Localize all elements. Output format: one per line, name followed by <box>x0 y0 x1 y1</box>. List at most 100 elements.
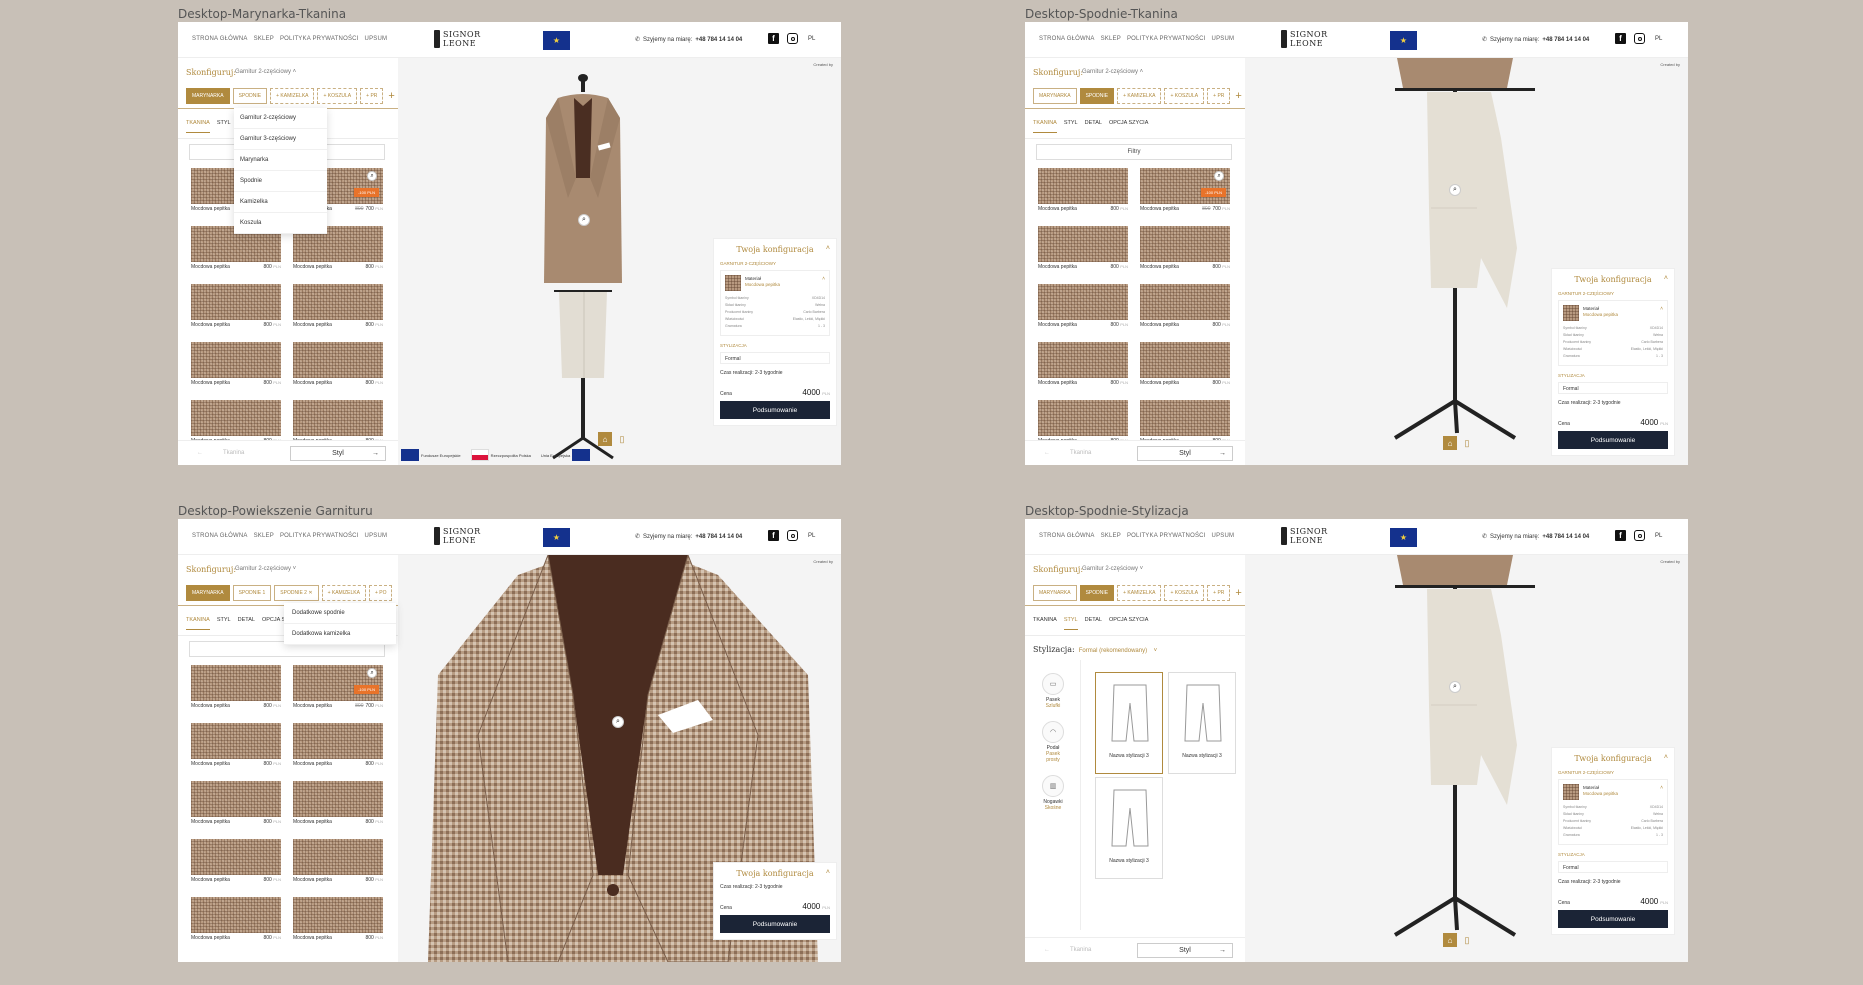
fabric-card[interactable]: Mocdowa pepitka 800 PLN <box>1140 226 1230 272</box>
zoom-icon[interactable]: ⌕ <box>612 716 624 728</box>
nav-home[interactable]: STRONA GŁÓWNA <box>192 36 248 42</box>
stylizacja-select[interactable]: Stylizacja: Formal (rekomendowany) ˅ <box>1033 645 1157 654</box>
chip-add-koszula[interactable]: + KOSZULA <box>317 88 358 104</box>
option-pasek[interactable]: ▭ Pasek Szlufki <box>1039 673 1067 709</box>
tab-opcja-szycia[interactable]: OPCJA SZYCIA <box>1109 617 1148 630</box>
hanger-icon[interactable]: ⌂ <box>598 432 612 446</box>
plus-icon[interactable]: + <box>1235 90 1241 102</box>
brand-logo[interactable]: SIGNOR LEONE <box>1281 527 1328 545</box>
summary-button[interactable]: Podsumowanie <box>720 401 830 419</box>
brand-logo[interactable]: SIGNOR LEONE <box>1281 30 1328 48</box>
nav-upsum[interactable]: UPSUM <box>365 533 388 539</box>
dropdown-option[interactable]: Dodatkowa kamizelka <box>284 624 396 645</box>
trash-icon[interactable]: ▯ <box>1460 436 1474 450</box>
chevron-up-icon[interactable]: ˄ <box>1660 306 1663 312</box>
option-nogawki[interactable]: ▥ Nogawki Skośne <box>1039 775 1067 811</box>
fabric-card[interactable]: Mocdowa pepitka 800 PLN <box>293 342 383 388</box>
language-switch[interactable]: PL <box>1655 533 1662 539</box>
tab-opcja-szycia[interactable]: OPCJA SZYCIA <box>1109 120 1148 133</box>
zoom-icon[interactable]: ⌕ <box>578 214 590 226</box>
chip-add-koszula[interactable]: + KOSZULA <box>1164 585 1205 601</box>
chip-spodnie[interactable]: SPODNIE <box>1079 585 1115 601</box>
dropdown-option[interactable]: Spodnie <box>234 171 327 192</box>
fabric-card[interactable]: Mocdowa pepitka 800 PLN <box>191 665 281 711</box>
nav-home[interactable]: STRONA GŁÓWNA <box>192 533 248 539</box>
dropdown-option[interactable]: Kamizelka <box>234 192 327 213</box>
style-card[interactable]: Nazwa stylizacji 3 <box>1095 672 1163 774</box>
material-card[interactable]: Materiał Mocdowa pepitka ˄ Symbol tkanin… <box>720 270 830 336</box>
tab-detal[interactable]: DETAL <box>238 617 255 630</box>
fabric-card[interactable]: Mocdowa pepitka 800 PLN <box>293 284 383 330</box>
tab-detal[interactable]: DETAL <box>1085 617 1102 630</box>
nav-home[interactable]: STRONA GŁÓWNA <box>1039 533 1095 539</box>
nav-privacy[interactable]: POLITYKA PRYWATNOŚCI <box>1127 533 1206 539</box>
tab-styl[interactable]: STYL <box>1064 120 1078 133</box>
dropdown-option[interactable]: Garnitur 3-częściowy <box>234 129 327 150</box>
fabric-card[interactable]: Mocdowa pepitka 800 PLN <box>293 897 383 943</box>
material-card[interactable]: Materiał Mocdowa pepitka ˄ Symbol tkanin… <box>1558 300 1668 366</box>
dropdown-option[interactable]: Koszula <box>234 213 327 234</box>
nav-shop[interactable]: SKLEP <box>1101 36 1121 42</box>
facebook-icon[interactable]: f <box>1615 33 1626 44</box>
style-card[interactable]: Nazwa stylizacji 3 <box>1095 777 1163 879</box>
prev-step[interactable]: Tkanina <box>197 450 245 456</box>
tab-tkanina[interactable]: TKANINA <box>186 120 210 133</box>
nav-upsum[interactable]: UPSUM <box>1212 36 1235 42</box>
zoom-icon[interactable]: ⌕ <box>1214 171 1224 181</box>
config-select[interactable]: Garnitur 2-częściowy ˄ <box>1082 69 1143 75</box>
chip-marynarka[interactable]: MARYNARKA <box>1033 585 1077 601</box>
fabric-card[interactable]: Mocdowa pepitka 800 PLN <box>191 342 281 388</box>
hanger-icon[interactable]: ⌂ <box>1443 933 1457 947</box>
chip-spodnie-2[interactable]: SPODNIE 2 ✕ <box>274 585 319 601</box>
dropdown-option[interactable]: Marynarka <box>234 150 327 171</box>
chevron-up-icon[interactable]: ˄ <box>1664 754 1668 761</box>
fabric-card[interactable]: ⌕ -100 PLN Mocdowa pepitka 800700 PLN <box>1140 168 1230 214</box>
chip-add-more[interactable]: + PR <box>360 88 384 104</box>
fabric-card[interactable]: Mocdowa pepitka 800 PLN <box>191 284 281 330</box>
chip-marynarka[interactable]: MARYNARKA <box>1033 88 1077 104</box>
chevron-up-icon[interactable]: ˄ <box>826 869 830 876</box>
facebook-icon[interactable]: f <box>768 33 779 44</box>
chevron-up-icon[interactable]: ˄ <box>1664 275 1668 282</box>
style-card[interactable]: Nazwa stylizacji 3 <box>1168 672 1236 774</box>
prev-step[interactable]: Tkanina <box>1044 947 1092 953</box>
chip-add-more[interactable]: + PO <box>368 585 393 601</box>
zoom-icon[interactable]: ⌕ <box>1449 681 1461 693</box>
fabric-card[interactable]: Mocdowa pepitka 800 PLN <box>1038 342 1128 388</box>
chip-add-kamizelka[interactable]: + KAMIZELKA <box>270 88 315 104</box>
language-switch[interactable]: PL <box>1655 36 1662 42</box>
summary-button[interactable]: Podsumowanie <box>720 915 830 933</box>
facebook-icon[interactable]: f <box>1615 530 1626 541</box>
chip-spodnie-1[interactable]: SPODNIE 1 <box>232 585 272 601</box>
next-step-button[interactable]: Styl <box>290 446 386 461</box>
fabric-card[interactable]: Mocdowa pepitka 800 PLN <box>293 723 383 769</box>
material-card[interactable]: Materiał Mocdowa pepitka ˄ Symbol tkanin… <box>1558 779 1668 845</box>
trash-icon[interactable]: ▯ <box>615 432 629 446</box>
phone-contact[interactable]: ✆ Szyjemy na miarę: +48 784 14 14 04 <box>635 36 742 44</box>
dropdown-option[interactable]: Dodatkowe spodnie <box>284 603 396 624</box>
instagram-icon[interactable] <box>787 530 798 541</box>
chip-add-more[interactable]: + PR <box>1207 88 1231 104</box>
summary-button[interactable]: Podsumowanie <box>1558 910 1668 928</box>
fabric-card[interactable]: Mocdowa pepitka 800 PLN <box>191 781 281 827</box>
tab-tkanina[interactable]: TKANINA <box>1033 120 1057 133</box>
instagram-icon[interactable] <box>787 33 798 44</box>
chevron-up-icon[interactable]: ˄ <box>1660 785 1663 791</box>
nav-privacy[interactable]: POLITYKA PRYWATNOŚCI <box>280 36 359 42</box>
chip-spodnie[interactable]: SPODNIE <box>1079 88 1115 104</box>
summary-button[interactable]: Podsumowanie <box>1558 431 1668 449</box>
phone-contact[interactable]: ✆ Szyjemy na miarę: +48 784 14 14 04 <box>635 533 742 541</box>
chevron-up-icon[interactable]: ˄ <box>826 245 830 252</box>
nav-privacy[interactable]: POLITYKA PRYWATNOŚCI <box>1127 36 1206 42</box>
dropdown-option[interactable]: Garnitur 2-częściowy <box>234 108 327 129</box>
tab-styl[interactable]: STYL <box>217 120 231 133</box>
tab-styl[interactable]: STYL <box>217 617 231 630</box>
next-step-button[interactable]: Styl <box>1137 943 1233 958</box>
chip-add-kamizelka[interactable]: + KAMIZELKA <box>1117 585 1162 601</box>
facebook-icon[interactable]: f <box>768 530 779 541</box>
plus-icon[interactable]: + <box>1235 587 1241 599</box>
language-switch[interactable]: PL <box>808 36 815 42</box>
fabric-card[interactable]: Mocdowa pepitka 800 PLN <box>293 781 383 827</box>
fabric-card[interactable]: Mocdowa pepitka 800 PLN <box>1038 226 1128 272</box>
config-select[interactable]: Garnitur 2-częściowy ˅ <box>1082 566 1143 572</box>
